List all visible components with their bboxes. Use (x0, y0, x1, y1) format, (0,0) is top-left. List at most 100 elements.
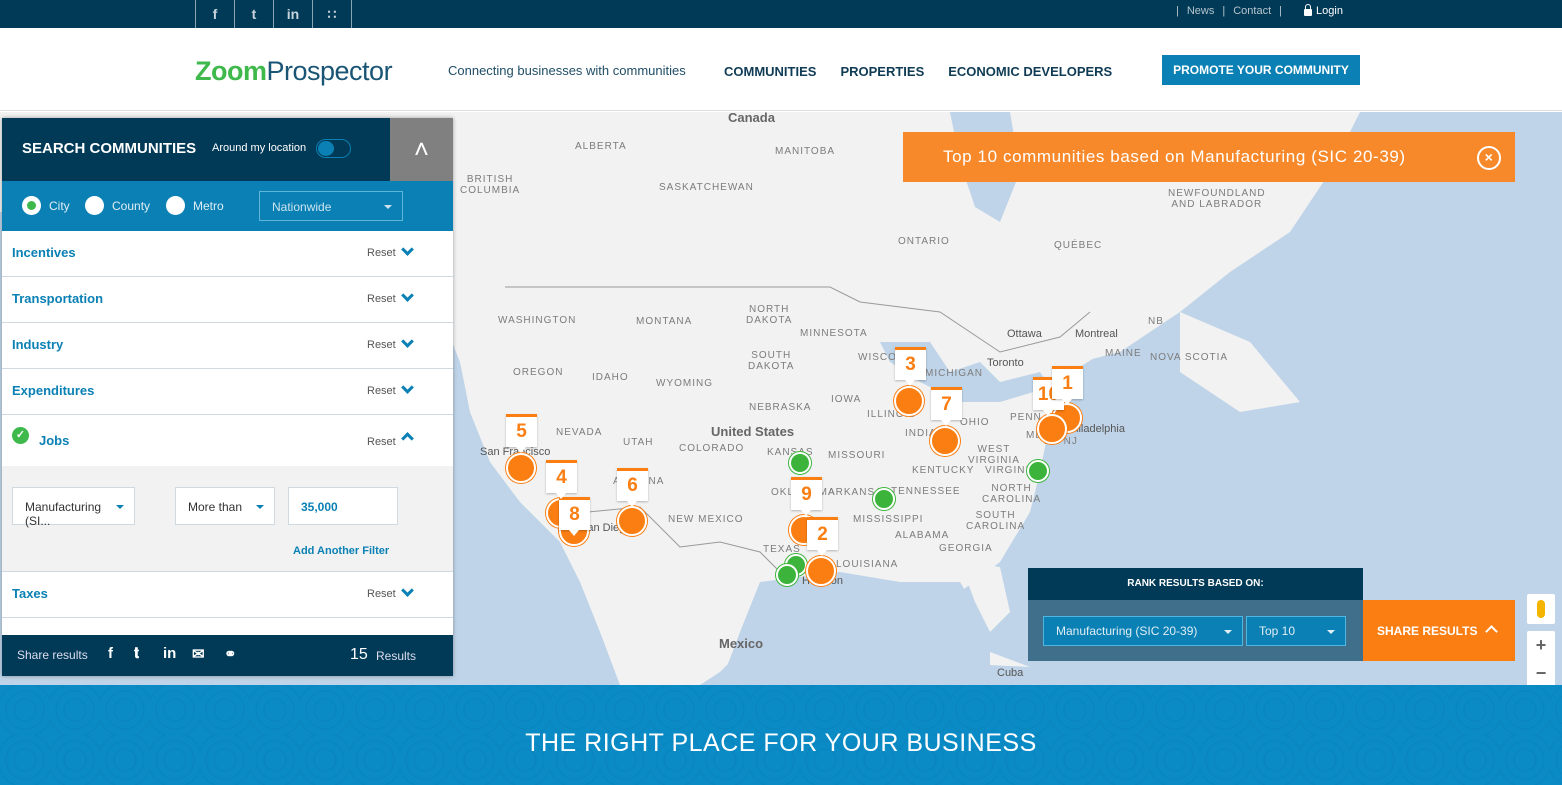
rank-flag-5[interactable]: 5 (506, 414, 537, 453)
map-marker-unranked[interactable] (873, 488, 895, 510)
rss-icon[interactable]: ∷ (313, 0, 352, 28)
section-taxes[interactable]: Taxes Reset (2, 572, 453, 618)
facebook-icon[interactable]: f (108, 645, 113, 662)
map-label-michigan: MICHIGAN (925, 368, 983, 379)
results-count: 15 (350, 646, 368, 663)
map-marker-unranked[interactable] (789, 452, 811, 474)
map-marker-unranked[interactable] (776, 564, 798, 586)
rank-flag-6[interactable]: 6 (617, 468, 648, 507)
promote-community-button[interactable]: PROMOTE YOUR COMMUNITY (1162, 55, 1360, 85)
rank-flag-2[interactable]: 2 (807, 517, 838, 556)
rank-title: RANK RESULTS BASED ON: (1028, 568, 1363, 600)
rank-flag-9[interactable]: 9 (791, 477, 822, 516)
linkedin-icon[interactable]: in (274, 0, 313, 28)
reset-link[interactable]: Reset (367, 293, 396, 305)
email-icon[interactable]: ✉ (192, 645, 205, 663)
rank-flag-3[interactable]: 3 (895, 347, 926, 386)
around-location-toggle[interactable] (316, 139, 351, 158)
zoomprospector-logo[interactable]: ZoomProspector (195, 56, 393, 87)
link-icon[interactable]: ⚭ (224, 645, 237, 663)
map-label-maine: MAINE (1105, 348, 1142, 359)
map-marker-ranked[interactable] (506, 453, 536, 483)
rank-flag-7[interactable]: 7 (931, 387, 962, 426)
rank-limit-select[interactable]: Top 10 (1246, 616, 1346, 646)
twitter-icon[interactable]: 𝐭 (134, 645, 139, 662)
zoom-out-button[interactable]: − (1527, 659, 1555, 685)
map-label-georgia: GEORGIA (939, 543, 993, 554)
region-select[interactable]: Nationwide (259, 191, 403, 221)
map-marker-ranked[interactable] (806, 556, 836, 586)
map-label-penn: PENN (1010, 412, 1042, 423)
main-nav: COMMUNITIES PROPERTIES ECONOMIC DEVELOPE… (724, 64, 1112, 79)
community-type-bar: City County Metro Nationwide (2, 181, 453, 231)
map-marker-unranked[interactable] (1027, 460, 1049, 482)
close-icon[interactable]: × (1477, 146, 1501, 170)
rank-flag-1[interactable]: 1 (1052, 366, 1083, 405)
section-transportation[interactable]: Transportation Reset (2, 277, 453, 323)
radio-metro[interactable]: Metro (166, 196, 224, 215)
map-marker-ranked[interactable] (930, 426, 960, 456)
map-label-washington: WASHINGTON (498, 315, 577, 326)
jobs-value-input[interactable]: 35,000 (288, 487, 398, 525)
nav-properties[interactable]: PROPERTIES (840, 64, 924, 79)
section-label: Incentives (12, 245, 76, 260)
map-label-ottawa: Ottawa (1007, 328, 1042, 340)
map-label-montana: MONTANA (636, 316, 693, 327)
map-zoom-controls: + − (1527, 631, 1555, 685)
map-marker-ranked[interactable] (1037, 414, 1067, 444)
rank-flag-4[interactable]: 4 (546, 460, 577, 499)
reset-link[interactable]: Reset (367, 588, 396, 600)
chevron-down-icon[interactable] (401, 381, 414, 394)
footer-band: THE RIGHT PLACE FOR YOUR BUSINESS (0, 685, 1562, 785)
map-label-alabama: ALABAMA (895, 530, 950, 541)
share-results-label: Share results (17, 648, 88, 662)
radio-county[interactable]: County (85, 196, 150, 215)
chevron-up-icon[interactable] (401, 432, 414, 445)
radio-dot (166, 196, 185, 215)
jobs-filter-body: Manufacturing (SI... More than 35,000 Ad… (2, 466, 453, 572)
login-label: Login (1316, 5, 1343, 17)
add-another-filter-link[interactable]: Add Another Filter (293, 545, 389, 557)
nav-communities[interactable]: COMMUNITIES (724, 64, 816, 79)
contact-link[interactable]: Contact (1233, 5, 1271, 17)
login-link[interactable]: Login (1304, 3, 1343, 17)
chevron-down-icon[interactable] (401, 243, 414, 256)
rank-metric-select[interactable]: Manufacturing (SIC 20-39) (1043, 616, 1243, 646)
section-incentives[interactable]: Incentives Reset (2, 231, 453, 277)
reset-link[interactable]: Reset (367, 436, 396, 448)
separator: | (1176, 5, 1179, 17)
jobs-field-select[interactable]: Manufacturing (SI... (12, 487, 135, 528)
share-results-button[interactable]: SHARE RESULTS (1363, 600, 1515, 661)
map-label-toronto: Toronto (987, 357, 1024, 369)
map-label-louisiana: LOUISIANA (836, 559, 899, 570)
reset-link[interactable]: Reset (367, 385, 396, 397)
collapse-panel-button[interactable]: ˄ (390, 118, 453, 181)
chevron-down-icon[interactable] (401, 289, 414, 302)
logo-zoom: Zoom (195, 56, 267, 86)
rank-flag-8[interactable]: 8 (559, 497, 590, 536)
map-label-north-carolina: NORTH CAROLINA (982, 483, 1042, 505)
chevron-down-icon[interactable] (401, 584, 414, 597)
zoom-in-button[interactable]: + (1527, 631, 1555, 659)
nav-economic-developers[interactable]: ECONOMIC DEVELOPERS (948, 64, 1112, 79)
jobs-operator-select[interactable]: More than (175, 487, 275, 525)
section-industry[interactable]: Industry Reset (2, 323, 453, 369)
radio-dot-selected (22, 196, 41, 215)
facebook-icon[interactable]: f (196, 0, 235, 28)
chevron-down-icon[interactable] (401, 335, 414, 348)
twitter-icon[interactable]: t (235, 0, 274, 28)
radio-city[interactable]: City (22, 196, 70, 215)
map-label-oregon: OREGON (513, 367, 564, 378)
map-label-montreal: Montreal (1075, 328, 1118, 340)
section-jobs[interactable]: ✓ Jobs Reset (2, 415, 453, 466)
linkedin-icon[interactable]: in (163, 645, 176, 662)
news-link[interactable]: News (1187, 5, 1215, 17)
map-label-manitoba: MANITOBA (775, 146, 836, 157)
street-view-pegman[interactable] (1527, 594, 1555, 624)
section-expenditures[interactable]: Expenditures Reset (2, 369, 453, 415)
map-marker-ranked[interactable] (617, 506, 647, 536)
map-marker-ranked[interactable] (894, 386, 924, 416)
reset-link[interactable]: Reset (367, 339, 396, 351)
results-label: Results (376, 649, 417, 663)
reset-link[interactable]: Reset (367, 247, 396, 259)
